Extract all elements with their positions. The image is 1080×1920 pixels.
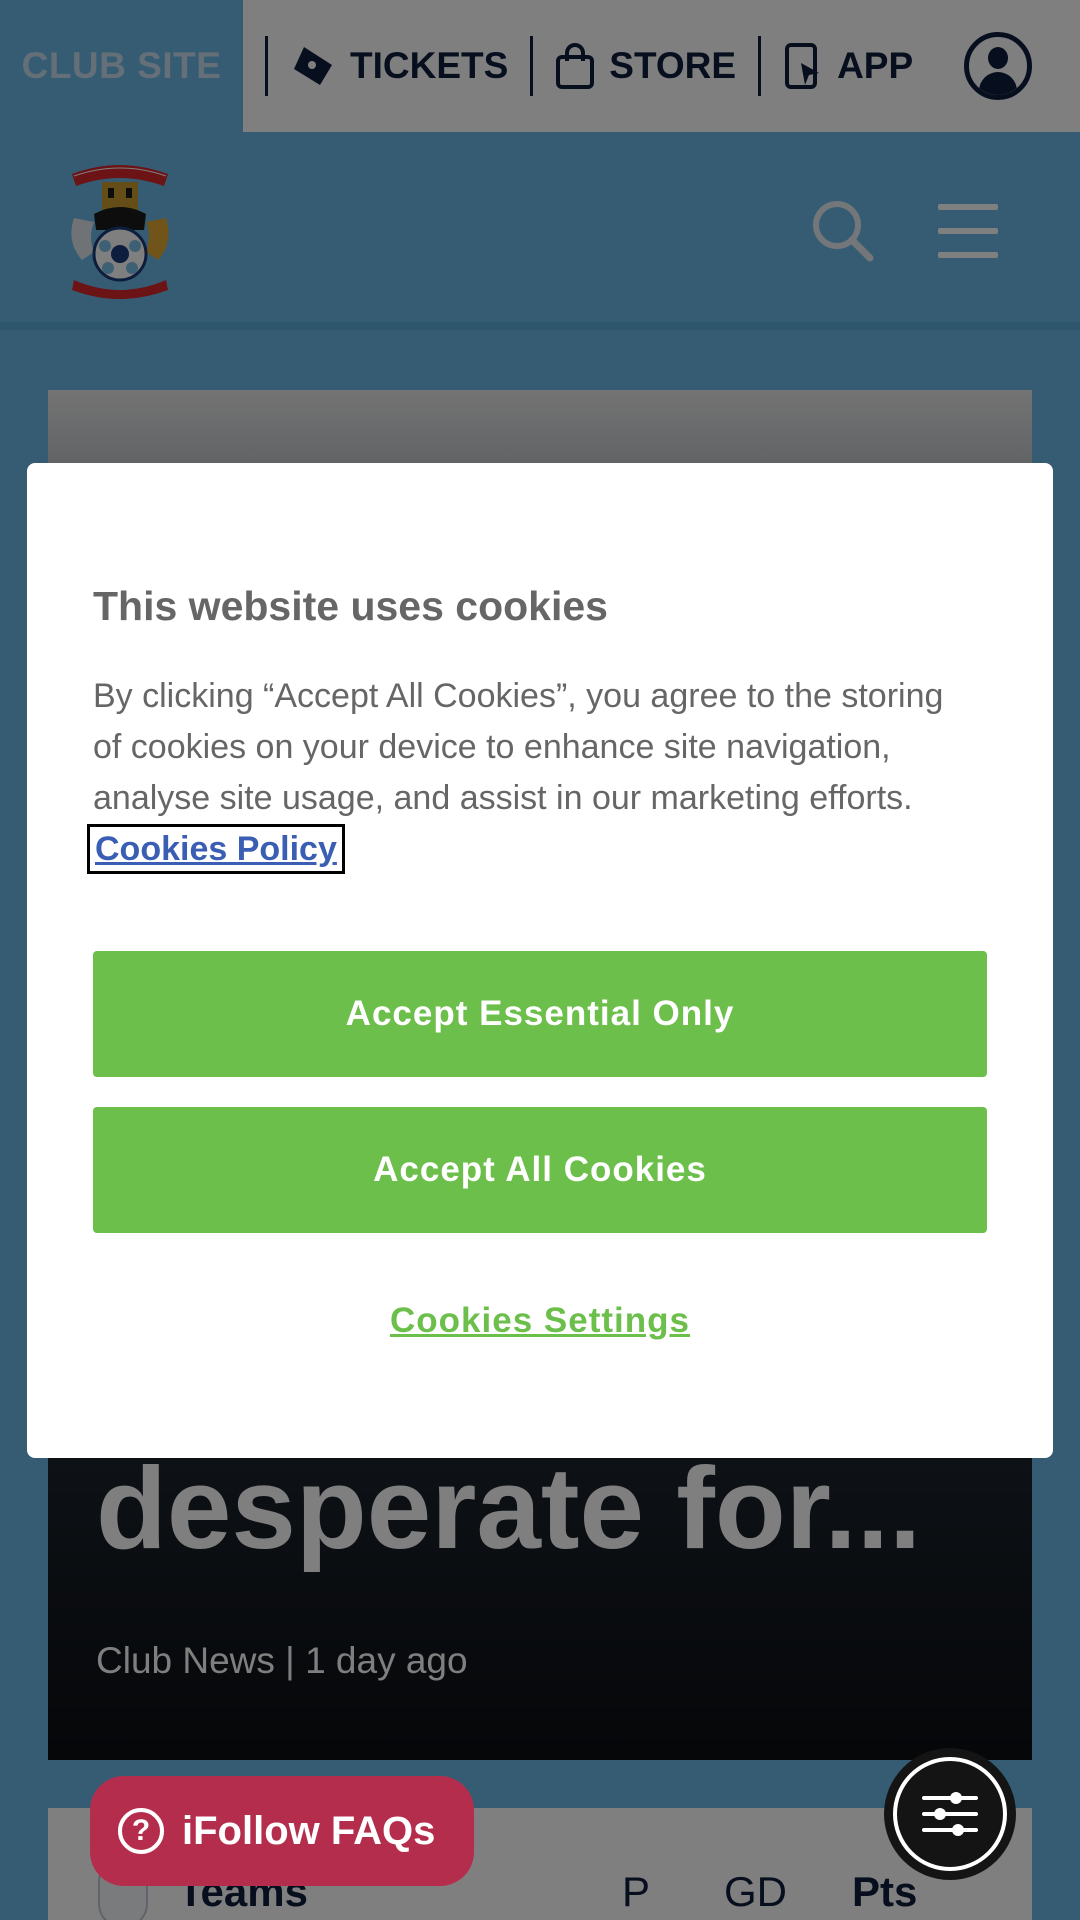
faq-label: iFollow FAQs: [182, 1808, 436, 1853]
modal-body-text: By clicking “Accept All Cookies”, you ag…: [93, 677, 944, 817]
accept-all-cookies-button[interactable]: Accept All Cookies: [93, 1107, 987, 1233]
sliders-icon: [922, 1792, 978, 1836]
cookies-policy-link[interactable]: Cookies Policy: [87, 824, 345, 874]
cookie-preferences-button[interactable]: [884, 1748, 1016, 1880]
question-circle-icon: ?: [118, 1808, 164, 1854]
ifollow-faqs-button[interactable]: ? iFollow FAQs: [90, 1776, 474, 1886]
accept-essential-button[interactable]: Accept Essential Only: [93, 951, 987, 1077]
cookies-settings-link[interactable]: Cookies Settings: [27, 1301, 1053, 1341]
modal-description: By clicking “Accept All Cookies”, you ag…: [87, 671, 973, 875]
cookie-consent-modal: This website uses cookies By clicking “A…: [27, 463, 1053, 1458]
prefs-ring: [893, 1757, 1007, 1871]
modal-title: This website uses cookies: [93, 583, 608, 629]
